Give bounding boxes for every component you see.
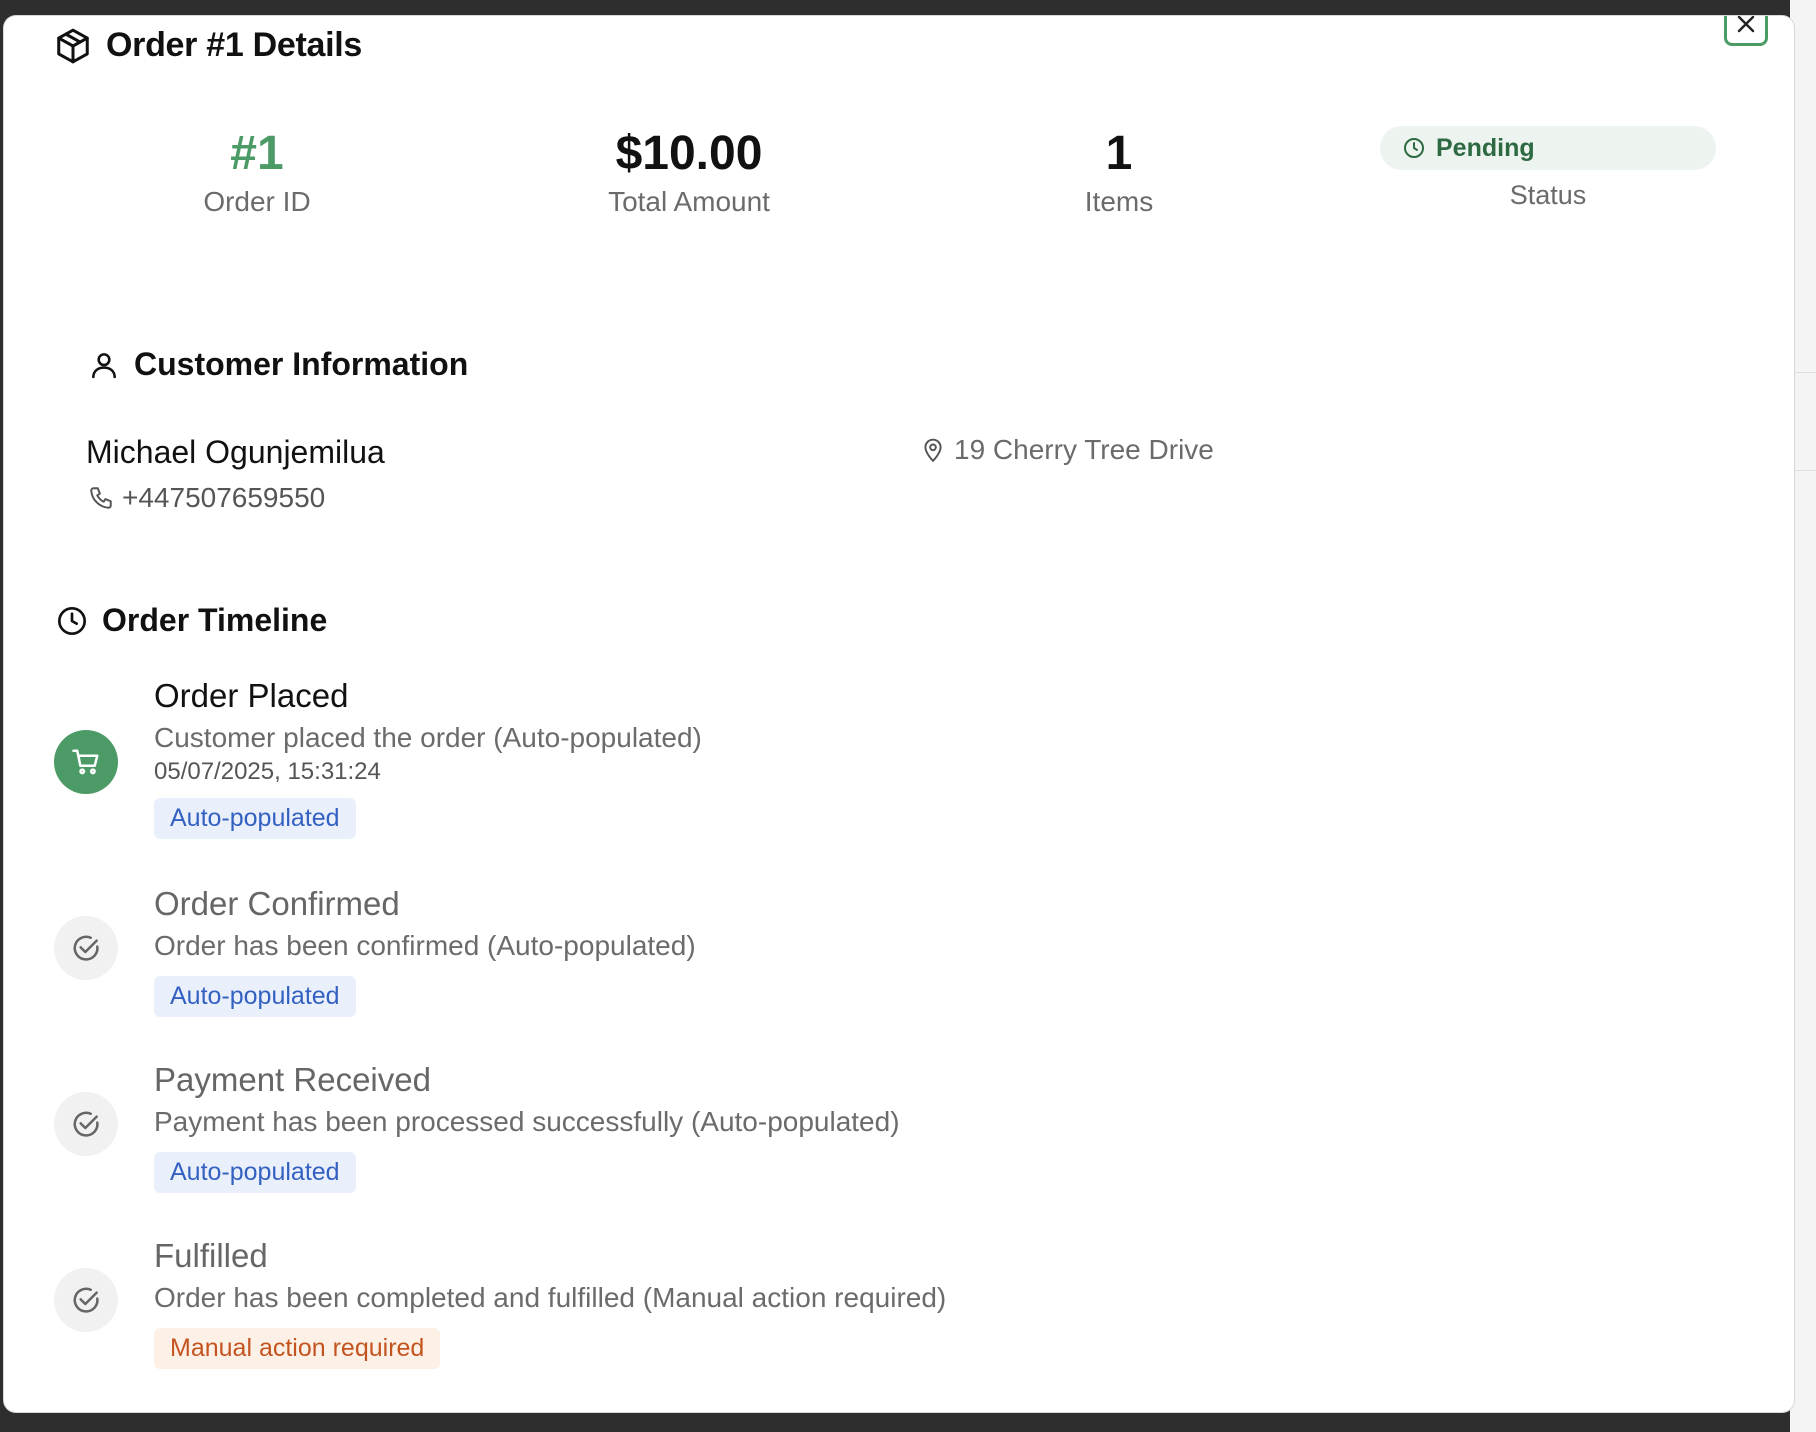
timeline-event-body: Order Confirmed Order has been confirmed…: [154, 884, 696, 1017]
manual-action-badge: Manual action required: [154, 1328, 441, 1369]
customer-phone: +447507659550: [88, 482, 325, 514]
modal-title: Order #1 Details: [106, 26, 362, 64]
timeline-event-icon: [54, 730, 118, 794]
total-amount-value: $10.00: [615, 127, 763, 180]
timeline-event-description: Order has been completed and fulfilled (…: [154, 1282, 947, 1313]
customer-address-value: 19 Cherry Tree Drive: [954, 434, 1214, 465]
order-id-value: #1: [230, 127, 284, 180]
status-badge: Pending: [1380, 126, 1716, 170]
check-circle-icon: [73, 1111, 99, 1137]
timeline-event-description: Order has been confirmed (Auto-populated…: [154, 930, 696, 961]
map-pin-icon: [924, 438, 942, 463]
total-amount-label: Total Amount: [608, 186, 770, 217]
auto-populated-badge: Auto-populated: [154, 1152, 356, 1193]
auto-populated-badge: Auto-populated: [154, 798, 356, 839]
timeline-section-title: Order Timeline: [102, 602, 328, 638]
timeline-event-icon: [54, 1268, 118, 1332]
order-id-stat: #1 Order ID: [42, 124, 472, 218]
package-icon: [57, 28, 89, 63]
cart-icon: [72, 749, 99, 775]
timeline-event-description: Customer placed the order (Auto-populate…: [154, 722, 702, 753]
customer-phone-value: +447507659550: [122, 482, 326, 513]
timeline-event-body: Order Placed Customer placed the order (…: [154, 676, 702, 839]
timeline-event-body: Fulfilled Order has been completed and f…: [154, 1236, 946, 1369]
order-id-label: Order ID: [203, 186, 311, 217]
status-label: Status: [1509, 180, 1587, 210]
timeline-event-title: Payment Received: [154, 1061, 431, 1098]
items-stat: 1 Items: [904, 124, 1334, 218]
phone-icon: [90, 487, 112, 509]
clock-icon: [58, 606, 86, 635]
timeline-event-description: Payment has been processed successfully …: [154, 1106, 900, 1137]
customer-address: 19 Cherry Tree Drive: [920, 434, 1214, 466]
check-circle-icon: [73, 1287, 99, 1313]
timeline-event-title: Order Placed: [154, 677, 349, 714]
timeline-event-icon: [54, 916, 118, 980]
customer-section-header: Customer Information: [88, 346, 468, 383]
status-stat: Pending Status: [1380, 126, 1716, 211]
status-value: Pending: [1436, 133, 1535, 162]
timeline-event-body: Payment Received Payment has been proces…: [154, 1060, 900, 1193]
clock-icon: [1404, 138, 1424, 158]
timeline-event-title: Fulfilled: [154, 1237, 268, 1274]
close-icon: [1737, 16, 1755, 33]
check-circle-icon: [73, 935, 99, 961]
customer-section-title: Customer Information: [134, 346, 469, 382]
timeline-section-header: Order Timeline: [56, 602, 327, 639]
total-amount-stat: $10.00 Total Amount: [474, 124, 904, 218]
customer-name: Michael Ogunjemilua: [86, 434, 385, 470]
timeline-event-icon: [54, 1092, 118, 1156]
auto-populated-badge: Auto-populated: [154, 976, 356, 1017]
user-icon: [92, 352, 116, 378]
items-value: 1: [1105, 127, 1133, 180]
modal-header: Order #1 Details: [54, 26, 362, 65]
close-button[interactable]: [1724, 16, 1768, 46]
timeline-event-timestamp: 05/07/2025, 15:31:24: [154, 758, 381, 785]
items-label: Items: [1084, 186, 1154, 217]
order-details-modal: Order #1 Details #1 Order ID $10.00 Tota…: [4, 16, 1794, 1412]
timeline-event-title: Order Confirmed: [154, 885, 400, 922]
